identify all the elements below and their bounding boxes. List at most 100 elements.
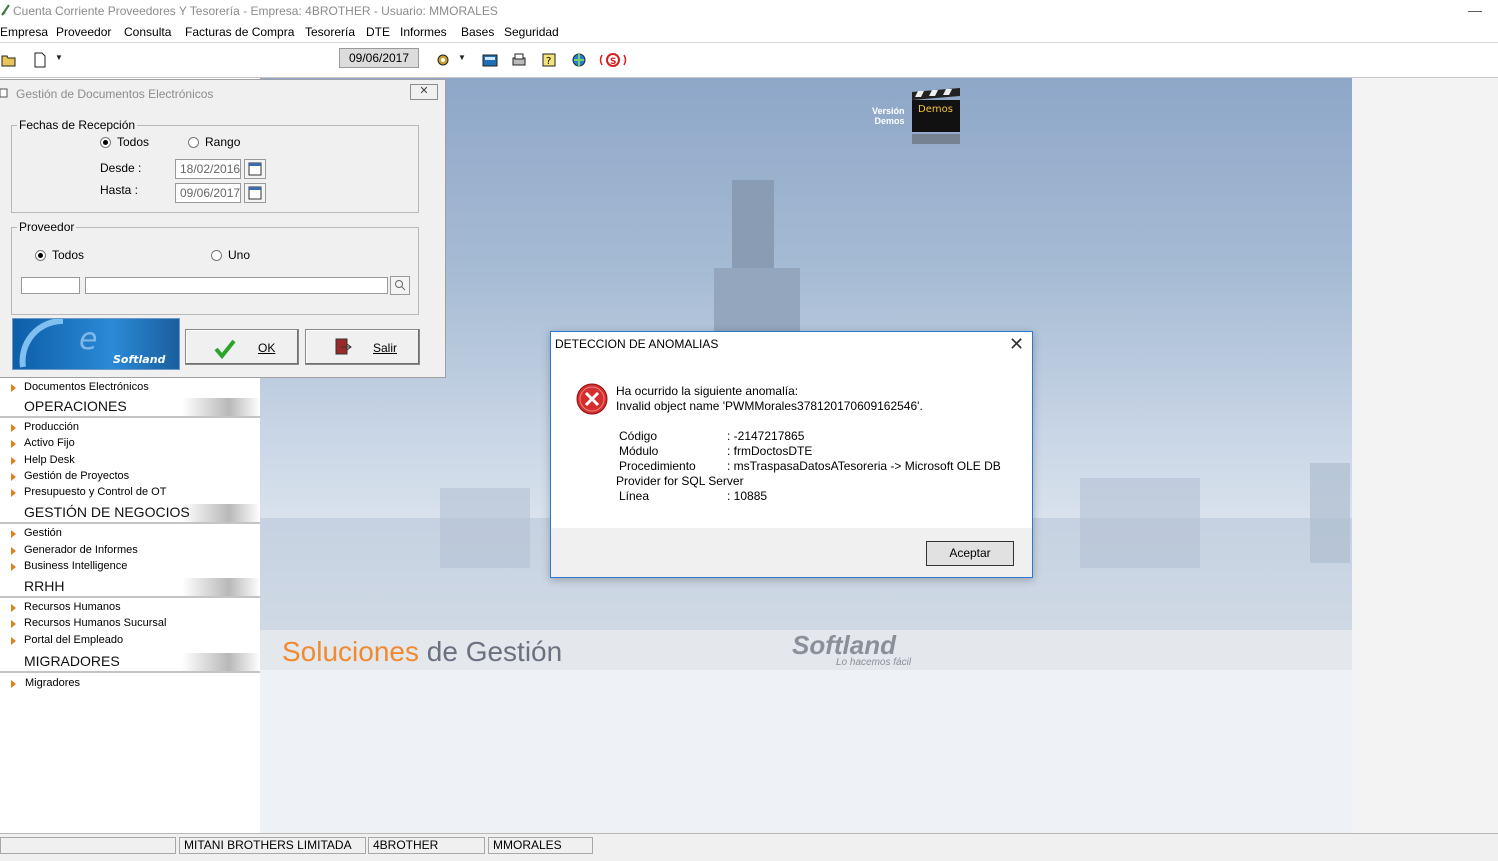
radio-fechas-rango[interactable] bbox=[188, 137, 199, 148]
nav-arrow-icon bbox=[11, 384, 16, 392]
new-document-dropdown-icon[interactable]: ▼ bbox=[55, 53, 63, 62]
nav-header-rrhh: RRHH bbox=[0, 578, 260, 598]
proveedor-name-input[interactable] bbox=[85, 277, 388, 294]
nav-item-produccion[interactable]: Producción bbox=[24, 421, 79, 433]
nav-item-help-desk[interactable]: Help Desk bbox=[24, 454, 75, 466]
nav-item-gestion[interactable]: Gestión bbox=[24, 527, 62, 539]
svg-text:Softland: Softland bbox=[113, 353, 166, 366]
nav-item-recursos-humanos[interactable]: Recursos Humanos bbox=[24, 601, 121, 613]
dialog-title: DETECCION DE ANOMALIAS bbox=[555, 337, 719, 351]
menu-seguridad[interactable]: Seguridad bbox=[504, 25, 559, 39]
proveedor-search-button[interactable] bbox=[390, 276, 410, 295]
linea-label: Línea bbox=[619, 489, 650, 503]
ok-button[interactable]: OK bbox=[185, 329, 299, 365]
procedimiento-value: : msTraspasaDatosATesoreria -> Microsoft… bbox=[727, 459, 1001, 473]
nav-arrow-icon bbox=[11, 563, 16, 571]
nav-header-gestion-de-negocios: GESTIÓN DE NEGOCIOS bbox=[0, 504, 260, 524]
tools-icon[interactable] bbox=[435, 52, 451, 68]
calculator-icon[interactable] bbox=[482, 52, 498, 68]
radio-fechas-todos[interactable] bbox=[100, 137, 111, 148]
status-company-code: 4BROTHER bbox=[368, 837, 485, 854]
radio-fechas-rango-label: Rango bbox=[205, 135, 241, 149]
nav-arrow-icon bbox=[11, 680, 16, 688]
desde-label: Desde : bbox=[100, 161, 142, 175]
radio-proveedor-uno[interactable] bbox=[211, 250, 222, 261]
menu-consulta[interactable]: Consulta bbox=[124, 25, 171, 39]
nav-arrow-icon bbox=[11, 547, 16, 555]
nav-item-migradores[interactable]: Migradores bbox=[25, 677, 80, 689]
menu-dte[interactable]: DTE bbox=[366, 25, 390, 39]
tools-dropdown-icon[interactable]: ▼ bbox=[458, 53, 466, 62]
hasta-label: Hasta : bbox=[100, 183, 139, 197]
error-dialog: DETECCION DE ANOMALIAS ✕ Ha ocurrido la … bbox=[550, 331, 1033, 578]
procedimiento-value-cont: Provider for SQL Server bbox=[616, 474, 744, 488]
hasta-calendar-button[interactable] bbox=[244, 183, 266, 203]
minimize-button[interactable]: — bbox=[1468, 2, 1482, 18]
nav-header-operaciones: OPERACIONES bbox=[0, 398, 260, 418]
menu-bases[interactable]: Bases bbox=[461, 25, 494, 39]
exit-door-icon bbox=[335, 338, 352, 355]
calendar-icon bbox=[248, 186, 262, 200]
version-label: Versión Demos bbox=[872, 106, 905, 126]
menu-empresa[interactable]: Empresa bbox=[0, 25, 48, 39]
clapperboard-icon: Demos bbox=[912, 88, 960, 148]
calendar-icon bbox=[248, 162, 262, 176]
right-gray-panel bbox=[1352, 78, 1498, 833]
salir-button[interactable]: Salir bbox=[305, 329, 420, 365]
status-panel-empty bbox=[0, 837, 176, 854]
left-navigation: Documentos Electrónicos OPERACIONES Prod… bbox=[0, 378, 260, 833]
salir-button-label: Salir bbox=[373, 341, 398, 355]
soluciones-slogan: Soluciones de Gestión bbox=[282, 636, 563, 667]
title-bar: Cuenta Corriente Proveedores Y Tesorería… bbox=[0, 0, 1498, 22]
open-folder-icon[interactable] bbox=[1, 52, 17, 68]
window-title: Cuenta Corriente Proveedores Y Tesorería… bbox=[13, 4, 498, 18]
nav-item-presupuesto[interactable]: Presupuesto y Control de OT bbox=[24, 486, 166, 498]
nav-arrow-icon bbox=[11, 620, 16, 628]
nav-item-documentos-electronicos[interactable]: Documentos Electrónicos bbox=[24, 381, 149, 393]
help-icon[interactable]: ? bbox=[541, 52, 557, 68]
softland-s-icon[interactable]: S bbox=[599, 52, 627, 68]
nav-arrow-icon bbox=[11, 440, 16, 448]
e-softland-graphic: e Softland bbox=[19, 319, 166, 368]
nav-arrow-icon bbox=[11, 489, 16, 497]
aceptar-button[interactable]: Aceptar bbox=[926, 541, 1014, 566]
status-company: MITANI BROTHERS LIMITADA bbox=[179, 837, 366, 854]
nav-arrow-icon bbox=[11, 604, 16, 612]
nav-item-recursos-humanos-sucursal[interactable]: Recursos Humanos Sucursal bbox=[24, 617, 166, 629]
procedimiento-label: Procedimiento bbox=[619, 459, 696, 473]
desde-calendar-button[interactable] bbox=[244, 159, 266, 179]
dialog-close-button[interactable]: ✕ bbox=[1009, 334, 1024, 355]
web-icon[interactable] bbox=[571, 52, 587, 68]
nav-arrow-icon bbox=[11, 457, 16, 465]
nav-arrow-icon bbox=[11, 530, 16, 538]
window-icon bbox=[0, 88, 8, 98]
nav-item-gestion-de-proyectos[interactable]: Gestión de Proyectos bbox=[24, 470, 129, 482]
menu-informes[interactable]: Informes bbox=[400, 25, 447, 39]
printer-icon[interactable] bbox=[511, 52, 527, 68]
close-button[interactable]: ✕ bbox=[410, 84, 438, 100]
menu-proveedor[interactable]: Proveedor bbox=[56, 25, 111, 39]
window-title: Gestión de Documentos Electrónicos bbox=[16, 87, 214, 101]
error-heading: Ha ocurrido la siguiente anomalía: bbox=[616, 384, 799, 398]
modulo-value: : frmDoctosDTE bbox=[727, 444, 813, 458]
nav-item-generador-de-informes[interactable]: Generador de Informes bbox=[24, 544, 138, 556]
radio-proveedor-todos-label: Todos bbox=[52, 248, 85, 262]
menu-tesoreria[interactable]: Tesorería bbox=[305, 25, 355, 39]
nav-item-business-intelligence[interactable]: Business Intelligence bbox=[24, 560, 127, 572]
nav-item-activo-fijo[interactable]: Activo Fijo bbox=[24, 437, 75, 449]
radio-proveedor-todos[interactable] bbox=[35, 250, 46, 261]
nav-item-portal-del-empleado[interactable]: Portal del Empleado bbox=[24, 634, 123, 646]
e-softland-logo: e Softland bbox=[12, 318, 180, 370]
desde-date-input[interactable]: 18/02/2016 bbox=[175, 159, 241, 179]
status-user: MMORALES bbox=[488, 837, 593, 854]
radio-proveedor-uno-label: Uno bbox=[228, 248, 251, 262]
svg-text:e: e bbox=[79, 322, 97, 357]
status-bar: MITANI BROTHERS LIMITADA 4BROTHER MMORAL… bbox=[0, 833, 1498, 861]
new-document-icon[interactable] bbox=[32, 52, 48, 68]
nav-header-migradores: MIGRADORES bbox=[0, 653, 260, 673]
hasta-date-input[interactable]: 09/06/2017 bbox=[175, 183, 241, 203]
radio-fechas-todos-label: Todos bbox=[117, 135, 150, 149]
nav-arrow-icon bbox=[11, 637, 16, 645]
proveedor-code-input[interactable] bbox=[21, 277, 80, 294]
menu-facturas-de-compra[interactable]: Facturas de Compra bbox=[185, 25, 294, 39]
